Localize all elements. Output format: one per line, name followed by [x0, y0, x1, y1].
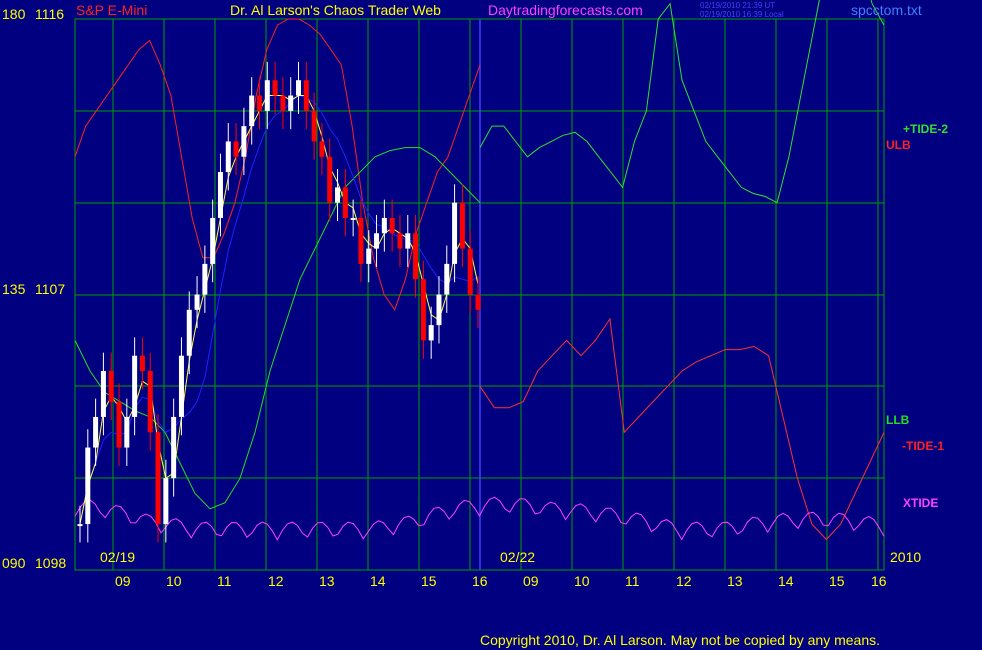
price-bar-body — [108, 371, 114, 402]
hour-tick-label: 11 — [625, 573, 640, 589]
price-bar-body — [327, 156, 333, 203]
hour-tick-label: 14 — [778, 573, 794, 589]
price-bar-body — [272, 80, 278, 96]
hour-tick-label: 09 — [523, 573, 539, 589]
price-bar-body — [296, 80, 302, 96]
price-bar-body — [358, 217, 364, 264]
price-bar-body — [171, 416, 177, 479]
price-bar-body — [467, 248, 473, 295]
hour-tick-label: 14 — [370, 573, 386, 589]
hour-tick-label: 13 — [727, 573, 743, 589]
hour-tick-label: 11 — [217, 573, 232, 589]
y-label-bottom-price: 1098 — [35, 555, 66, 571]
price-bar-body — [116, 401, 122, 448]
hour-tick-label: 12 — [676, 573, 692, 589]
price-bar-body — [100, 371, 106, 417]
price-bar-body — [77, 524, 83, 527]
chart-canvas: S&P E-Mini Dr. Al Larson's Chaos Trader … — [0, 0, 982, 650]
copyright-notice: Copyright 2010, Dr. Al Larson. May not b… — [480, 632, 880, 648]
price-bar-body — [420, 279, 426, 341]
price-bar-body — [374, 233, 380, 249]
price-bar-body — [475, 294, 481, 310]
timestamp-local: 02/19/2010 16:39 Local — [700, 10, 784, 19]
price-bar-body — [366, 248, 372, 264]
price-bar-body — [397, 233, 403, 249]
price-bar-body — [311, 110, 317, 142]
price-bar-body — [303, 80, 309, 111]
hour-tick-label: 09 — [115, 573, 131, 589]
y-label-top-cycle: 180 — [2, 6, 26, 22]
price-bar-body — [436, 294, 442, 326]
price-bar-body — [413, 233, 419, 280]
filename-label: spcctom.txt — [851, 2, 922, 18]
hour-tick-label: 16 — [871, 573, 887, 589]
price-bar-body — [93, 416, 99, 448]
y-label-top-price: 1116 — [35, 6, 64, 22]
date-label-0219: 02/19 — [100, 549, 135, 565]
price-bar-body — [202, 263, 208, 295]
price-bar-body — [163, 478, 169, 525]
price-bar-body — [428, 325, 434, 341]
hour-tick-label: 15 — [829, 573, 845, 589]
price-bar-body — [132, 355, 138, 417]
price-bar-body — [389, 217, 395, 234]
timestamp-ut: 02/19/2010 21:39 UT — [700, 1, 775, 10]
price-bar-body — [335, 187, 341, 203]
price-bar-body — [249, 95, 255, 127]
y-label-bottom-cycle: 090 — [2, 555, 26, 571]
y-label-mid-cycle: 135 — [2, 281, 26, 297]
symbol-label: S&P E-Mini — [76, 2, 147, 18]
price-bar-body — [178, 355, 184, 417]
series-label-ulb: ULB — [886, 138, 911, 152]
price-bar-body — [85, 447, 91, 525]
price-bar-body — [225, 141, 231, 173]
price-bar-body — [241, 126, 247, 157]
price-bar-body — [124, 416, 130, 448]
price-bar-body — [288, 95, 294, 111]
series-label-xtide: XTIDE — [903, 496, 938, 510]
hour-tick-label: 15 — [421, 573, 437, 589]
series-label-plus-tide: +TIDE-2 — [903, 122, 948, 136]
series-label-llb: LLB — [886, 413, 910, 427]
price-bar-body — [342, 187, 348, 218]
price-bar-body — [233, 141, 239, 157]
chart-background — [0, 0, 982, 650]
price-bar-body — [280, 95, 286, 111]
date-label-0222: 02/22 — [500, 549, 535, 565]
price-bar-body — [147, 371, 153, 433]
hour-tick-label: 10 — [166, 573, 182, 589]
price-bar-body — [186, 309, 192, 356]
series-label-minus-tide: -TIDE-1 — [902, 439, 944, 453]
site-label: Daytradingforecasts.com — [488, 2, 643, 18]
price-bar-body — [319, 141, 325, 157]
price-bar-body — [444, 263, 450, 295]
price-bar-body — [210, 217, 216, 264]
price-bar-body — [155, 432, 161, 525]
hour-tick-label: 12 — [268, 573, 284, 589]
hour-tick-label: 10 — [574, 573, 590, 589]
price-bar-body — [217, 172, 223, 218]
price-bar-body — [264, 80, 270, 111]
price-bar-body — [194, 294, 200, 310]
year-label: 2010 — [890, 549, 921, 565]
price-bar-body — [459, 202, 465, 249]
price-bar-body — [139, 355, 145, 372]
hour-tick-label: 16 — [472, 573, 488, 589]
price-bar-body — [405, 233, 411, 249]
hour-tick-label: 13 — [319, 573, 335, 589]
price-bar-body — [350, 217, 356, 220]
y-label-mid-price: 1107 — [35, 281, 65, 297]
price-bar-body — [452, 202, 458, 264]
price-bar-body — [256, 95, 262, 111]
chart-title: Dr. Al Larson's Chaos Trader Web — [230, 2, 441, 18]
price-bar-body — [381, 217, 387, 234]
